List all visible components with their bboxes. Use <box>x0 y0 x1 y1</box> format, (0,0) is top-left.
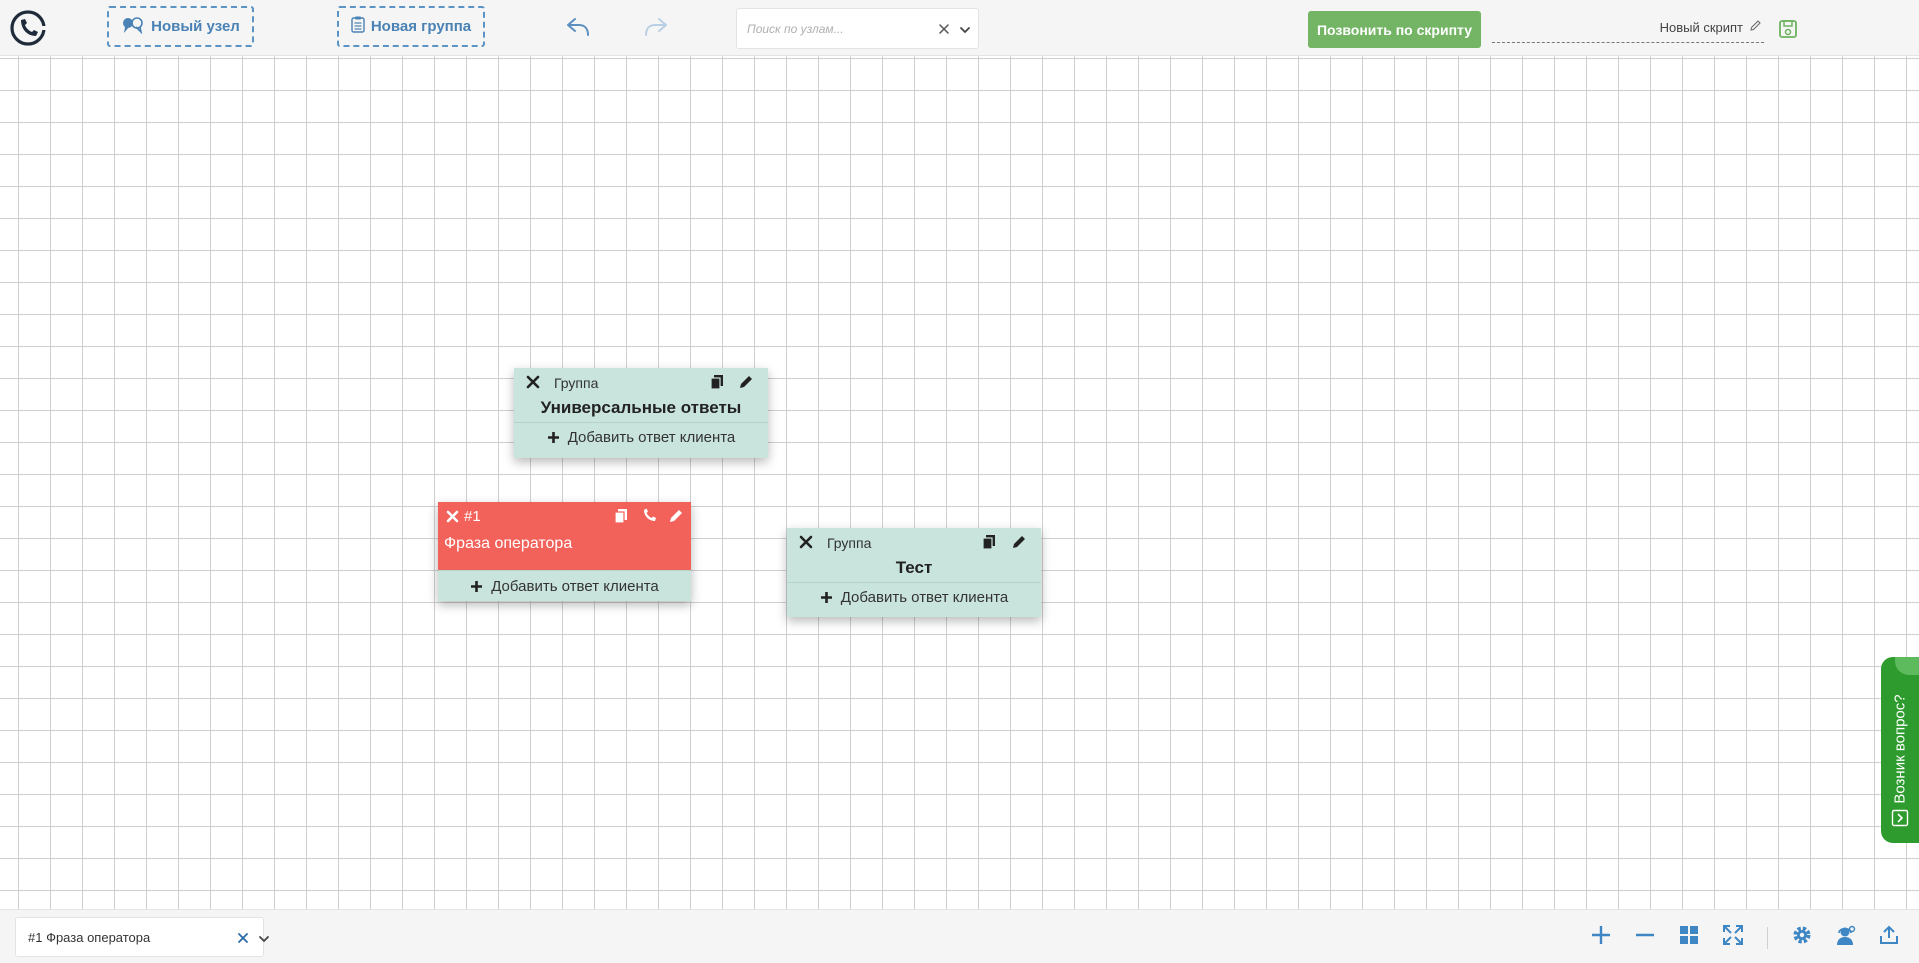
gear-icon <box>1791 924 1813 951</box>
redo-button[interactable] <box>641 14 671 42</box>
operator-node-1[interactable]: #1 Фраза оператора Добавить ответ клиент… <box>438 502 691 601</box>
selected-node-value: #1 Фраза оператора <box>28 930 151 945</box>
plus-icon <box>547 431 560 444</box>
add-answer-label: Добавить ответ клиента <box>491 577 659 595</box>
chat-arrow-icon <box>1891 809 1909 827</box>
clear-selection-icon[interactable] <box>236 931 250 945</box>
node-search <box>736 8 979 49</box>
add-answer-label: Добавить ответ клиента <box>840 588 1009 606</box>
grid-icon <box>1678 924 1700 951</box>
delete-node-icon[interactable] <box>526 375 540 389</box>
minus-icon <box>1634 924 1656 951</box>
group-node-universal[interactable]: Группа Универсальные ответы Добавить отв… <box>514 368 768 458</box>
group-node-test[interactable]: Группа Тест Добавить ответ клиента <box>787 528 1041 617</box>
new-group-button[interactable]: Новая группа <box>337 6 485 47</box>
undo-button[interactable] <box>563 14 593 42</box>
bottom-toolbar: #1 Фраза оператора <box>0 909 1919 963</box>
toolbar-divider <box>1767 927 1768 949</box>
plus-icon <box>470 580 483 593</box>
node-type-label: Группа <box>554 375 599 391</box>
new-node-button[interactable]: Новый узел <box>107 6 254 47</box>
node-header: Группа <box>787 528 1041 556</box>
script-name-text: Новый скрипт <box>1659 19 1743 35</box>
export-button[interactable] <box>1876 924 1902 950</box>
floppy-disk-icon[interactable] <box>1778 19 1798 39</box>
undo-arrow-icon <box>565 15 591 42</box>
chevron-down-icon[interactable] <box>959 23 971 35</box>
help-tab-label: Возник вопрос? <box>1891 694 1909 804</box>
search-input[interactable] <box>747 19 927 39</box>
operator-phrase: Фраза оператора <box>444 535 573 552</box>
zoom-in-button[interactable] <box>1588 924 1614 950</box>
settings-button[interactable] <box>1789 924 1815 950</box>
top-toolbar: Новый узел Новая группа Поиск по узлам..… <box>0 0 1919 56</box>
new-group-label: Новая группа <box>370 18 472 35</box>
add-answer-label: Добавить ответ клиента <box>567 428 736 446</box>
zoom-out-button[interactable] <box>1632 924 1658 950</box>
operator-node-header: #1 Фраза оператора <box>438 502 691 570</box>
add-client-answer-button[interactable]: Добавить ответ клиента <box>514 422 768 451</box>
clipboard-icon <box>351 16 365 37</box>
copy-icon[interactable] <box>710 374 724 390</box>
redo-arrow-icon <box>643 15 669 42</box>
logo-phone-icon[interactable] <box>9 9 49 47</box>
support-button[interactable] <box>1832 924 1858 950</box>
edit-pencil-icon[interactable] <box>668 508 684 524</box>
speech-bubbles-icon <box>121 16 145 38</box>
node-title: Тест <box>895 558 933 577</box>
edit-pencil-icon[interactable] <box>738 374 754 390</box>
edit-pencil-icon[interactable] <box>1011 534 1027 550</box>
tab-corner-decoration <box>1895 657 1919 675</box>
add-client-answer-button[interactable]: Добавить ответ клиента <box>787 582 1041 611</box>
selected-node-select[interactable]: #1 Фраза оператора <box>15 917 269 957</box>
add-client-answer-button[interactable]: Добавить ответ клиента <box>438 570 691 601</box>
script-name-field[interactable]: Новый скрипт <box>1492 12 1764 43</box>
pencil-icon <box>1749 19 1762 35</box>
call-by-script-button[interactable]: Позвонить по скрипту <box>1308 11 1481 48</box>
help-question-tab[interactable]: Возник вопрос? <box>1881 657 1919 843</box>
chevron-down-icon[interactable] <box>258 933 270 945</box>
plus-icon <box>1590 924 1612 951</box>
delete-node-icon[interactable] <box>799 535 813 549</box>
support-icon <box>1834 924 1856 951</box>
search-clear-icon[interactable] <box>936 21 952 37</box>
fit-to-screen-button[interactable] <box>1720 924 1746 950</box>
auto-layout-button[interactable] <box>1676 924 1702 950</box>
plus-icon <box>820 591 833 604</box>
copy-icon[interactable] <box>614 508 628 524</box>
delete-node-icon[interactable] <box>446 510 459 523</box>
node-header: Группа <box>514 368 768 396</box>
new-node-label: Новый узел <box>151 18 240 35</box>
node-type-label: Группа <box>827 535 872 551</box>
node-title: Универсальные ответы <box>540 398 742 417</box>
script-canvas[interactable] <box>0 56 1919 909</box>
phone-icon[interactable] <box>642 508 657 523</box>
node-number: #1 <box>464 508 481 525</box>
copy-icon[interactable] <box>982 534 996 550</box>
upload-icon <box>1878 924 1900 951</box>
expand-icon <box>1722 924 1744 951</box>
